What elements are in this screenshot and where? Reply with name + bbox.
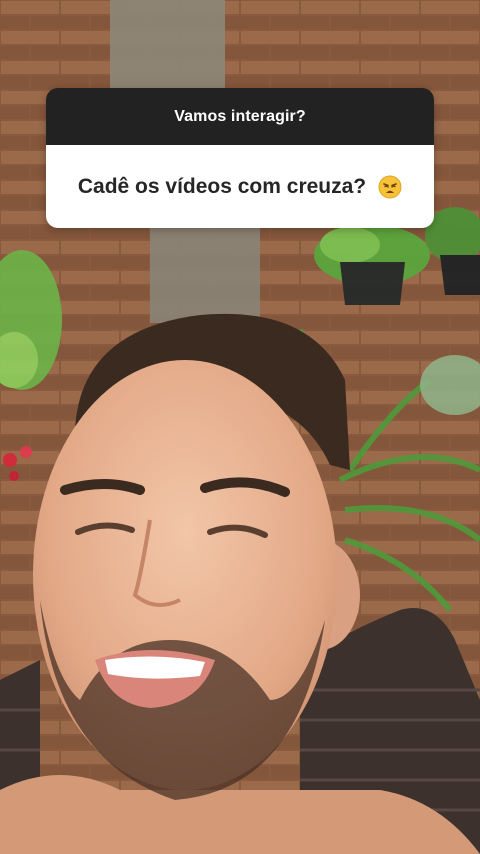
concrete-pillar (110, 0, 225, 90)
weary-face-icon (378, 175, 402, 199)
question-prompt: Vamos interagir? (174, 107, 306, 125)
story-view: Vamos interagir? Cadê os vídeos com creu… (0, 0, 480, 854)
question-answer: Cadê os vídeos com creuza? (77, 174, 367, 198)
question-sticker[interactable]: Vamos interagir? Cadê os vídeos com creu… (46, 88, 434, 228)
question-sticker-header: Vamos interagir? (46, 88, 434, 145)
question-sticker-body: Cadê os vídeos com creuza? (46, 145, 434, 228)
concrete-pillar-lower (150, 228, 260, 323)
